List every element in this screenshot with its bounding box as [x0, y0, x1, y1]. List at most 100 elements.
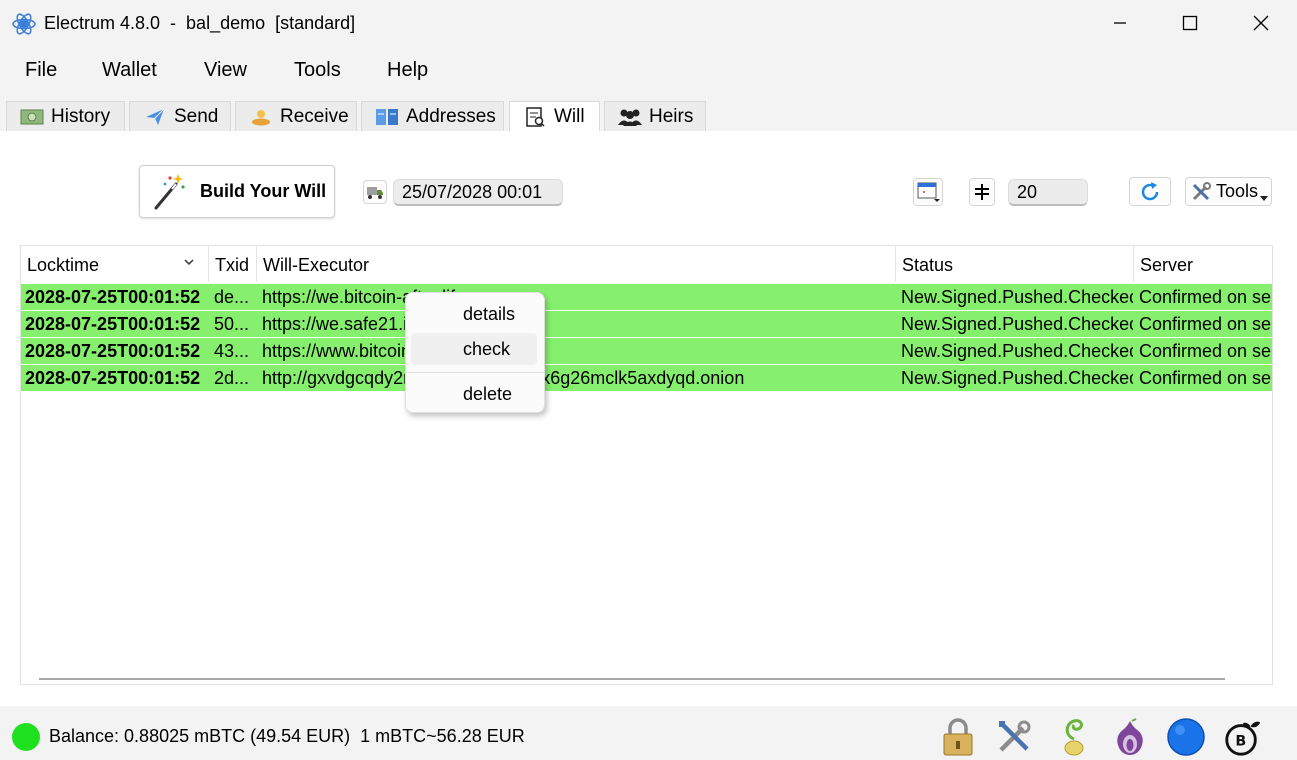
tab-send-label: Send — [174, 105, 219, 127]
sort-chevron-icon — [184, 259, 194, 266]
chevron-down-icon — [1260, 196, 1268, 201]
context-menu: details check delete — [405, 292, 545, 413]
menu-view[interactable]: View — [204, 54, 247, 86]
cell-server: Confirmed on server — [1139, 341, 1272, 361]
cell-locktime: 2028-07-25T00:01:52 — [25, 287, 201, 307]
cell-executor: http://gxvdgcqdy2r2aqoob73xtkqz4x6g26mcl… — [258, 365, 895, 391]
cell-executor: https://we.safe21.it — [262, 314, 413, 334]
send-icon — [142, 106, 168, 128]
cell-status: New.Signed.Pushed.Checked — [901, 368, 1133, 388]
cell-status: New.Signed.Pushed.Checked — [901, 341, 1133, 361]
balance-text: Balance: 0.88025 mBTC (49.54 EUR) 1 mBTC… — [49, 726, 525, 746]
minimize-button[interactable] — [1097, 6, 1143, 40]
tab-will-label: Will — [554, 105, 585, 127]
connection-status-dot — [12, 723, 40, 751]
cell-txid: 2d... — [214, 368, 250, 388]
calendar-icon — [917, 182, 940, 202]
column-locktime[interactable]: Locktime — [21, 246, 209, 282]
tab-addresses[interactable]: Addresses — [361, 101, 504, 132]
truck-icon — [367, 187, 383, 199]
will-icon — [522, 106, 548, 128]
context-menu-separator — [406, 372, 544, 373]
heirs-icon — [617, 106, 643, 128]
threshold-icon — [975, 184, 989, 200]
lock-button[interactable] — [938, 716, 978, 758]
close-button[interactable] — [1238, 6, 1284, 40]
table-row[interactable]: 2028-07-25T00:01:52 50... https://we.saf… — [21, 311, 1272, 337]
seed-button[interactable] — [1053, 716, 1093, 758]
tools-dropdown-button[interactable]: Tools — [1185, 177, 1272, 206]
network-button[interactable] — [1166, 716, 1206, 758]
electrum-logo-icon — [12, 13, 36, 35]
status-bar: Balance: 0.88025 mBTC (49.54 EUR) 1 mBTC… — [0, 706, 1297, 760]
window-title: Electrum 4.8.0 - bal_demo [standard] — [44, 13, 356, 33]
cell-locktime: 2028-07-25T00:01:52 — [25, 368, 201, 388]
calendar-dropdown-button[interactable] — [913, 178, 943, 206]
locktime-button[interactable] — [363, 180, 387, 204]
context-menu-details[interactable]: details — [411, 298, 537, 330]
table-row[interactable]: 2028-07-25T00:01:52 43... https://www.bi… — [21, 338, 1272, 364]
minimize-icon — [1114, 22, 1126, 24]
tab-heirs-label: Heirs — [649, 105, 694, 127]
menu-tools[interactable]: Tools — [294, 54, 341, 86]
table-header: Locktime Txid Will-Executor Status Serve… — [21, 246, 1272, 282]
tab-send[interactable]: Send — [129, 101, 231, 132]
seed-icon — [1064, 719, 1084, 756]
menu-wallet[interactable]: Wallet — [102, 54, 157, 86]
refresh-button[interactable] — [1129, 177, 1171, 206]
tor-icon — [1117, 718, 1143, 755]
cell-server: Confirmed on server — [1139, 368, 1272, 388]
build-your-will-button[interactable]: Build Your Will — [139, 165, 335, 218]
tab-receive-label: Receive — [280, 105, 349, 127]
context-menu-delete[interactable]: delete — [411, 378, 537, 410]
cell-server: Confirmed on server — [1139, 287, 1272, 307]
tools-icon — [1192, 181, 1211, 200]
column-will-executor[interactable]: Will-Executor — [257, 246, 896, 282]
threshold-field[interactable]: 20 — [1008, 179, 1088, 206]
tools-label: Tools — [1216, 181, 1259, 201]
column-server[interactable]: Server — [1134, 246, 1272, 282]
title-bar: Electrum 4.8.0 - bal_demo [standard] — [0, 0, 1297, 46]
history-icon — [19, 106, 45, 128]
tab-addresses-label: Addresses — [406, 105, 496, 127]
locktime-field[interactable]: 25/07/2028 00:01 — [393, 179, 563, 206]
cell-txid: 43... — [214, 341, 250, 361]
menu-help[interactable]: Help — [387, 54, 428, 86]
close-icon — [1253, 15, 1269, 31]
cell-executor: https://we.bitcoin-after.life — [262, 287, 466, 307]
will-table: Locktime Txid Will-Executor Status Serve… — [20, 245, 1273, 685]
tab-history-label: History — [51, 105, 111, 127]
tab-history[interactable]: History — [6, 101, 125, 132]
preferences-icon — [999, 720, 1031, 752]
cell-locktime: 2028-07-25T00:01:52 — [25, 341, 201, 361]
magic-wand-icon — [154, 173, 185, 209]
cell-txid: 50... — [214, 314, 250, 334]
horizontal-scrollbar[interactable] — [39, 678, 1225, 680]
table-row[interactable]: 2028-07-25T00:01:52 2d... http://gxvdgcq… — [21, 365, 1272, 391]
tab-will[interactable]: Will — [509, 101, 600, 132]
maximize-button[interactable] — [1167, 6, 1213, 40]
refresh-icon — [1141, 181, 1159, 200]
menu-file[interactable]: File — [25, 54, 57, 86]
column-txid[interactable]: Txid — [209, 246, 257, 282]
cell-locktime: 2028-07-25T00:01:52 — [25, 314, 201, 334]
bal-plugin-button[interactable]: B — [1222, 716, 1262, 758]
column-locktime-label: Locktime — [27, 255, 100, 275]
addresses-icon — [374, 106, 400, 128]
tab-receive[interactable]: Receive — [235, 101, 357, 132]
table-row[interactable]: 2028-07-25T00:01:52 de... https://we.bit… — [21, 284, 1272, 310]
network-icon — [1167, 718, 1205, 756]
tor-button[interactable] — [1110, 716, 1150, 758]
column-status[interactable]: Status — [896, 246, 1134, 282]
cell-status: New.Signed.Pushed.Checked — [901, 287, 1133, 307]
threshold-button[interactable] — [969, 178, 995, 206]
cell-txid: de... — [214, 287, 250, 307]
context-menu-check[interactable]: check — [411, 333, 537, 365]
cell-executor: https://www.bitcoin-after.life — [262, 341, 481, 361]
bal-plugin-icon: B — [1225, 721, 1261, 756]
svg-text:B: B — [1235, 734, 1246, 750]
preferences-button[interactable] — [994, 716, 1034, 758]
tab-heirs[interactable]: Heirs — [604, 101, 706, 132]
lock-icon — [943, 718, 973, 756]
receive-icon — [248, 106, 274, 128]
